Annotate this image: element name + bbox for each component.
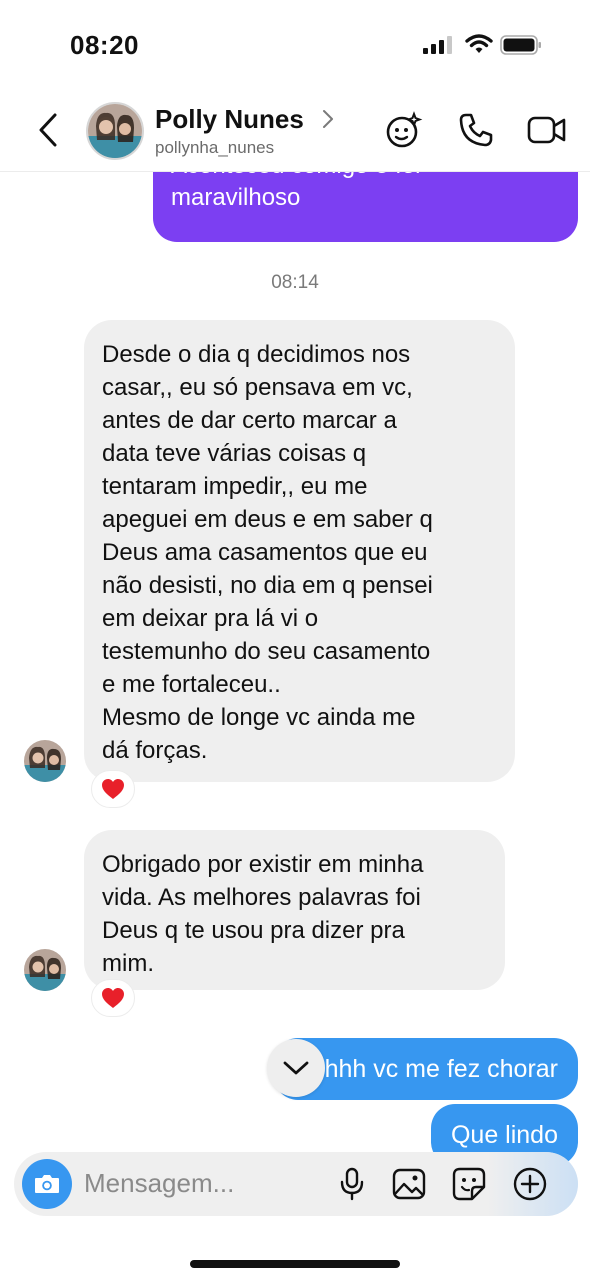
effects-icon <box>386 111 423 148</box>
gallery-button[interactable] <box>391 1166 427 1202</box>
message-line: Deus ama casamentos que eu <box>102 539 428 566</box>
message-line: Mesmo de longe vc ainda me <box>102 704 416 731</box>
video-call-button[interactable] <box>527 110 567 150</box>
video-call-icon <box>527 116 566 144</box>
message-line: em deixar pra lá vi o <box>102 605 319 632</box>
message-bubble-incoming[interactable]: Desde o dia q decidimos nos casar,, eu s… <box>84 320 515 782</box>
avatar[interactable] <box>24 949 66 991</box>
effects-button[interactable] <box>384 110 424 150</box>
message-line: Obrigado por existir em minha <box>102 851 424 878</box>
contact-username: pollynha_nunes <box>155 138 275 157</box>
chat-header: Polly Nunes pollynha_nunes <box>0 90 590 172</box>
message-text: Que lindo <box>450 1120 558 1149</box>
message-line: Aconteceu comigo e foi <box>171 172 558 182</box>
scroll-to-bottom-button[interactable] <box>267 1039 325 1097</box>
chevron-right-icon[interactable] <box>320 108 336 130</box>
message-composer <box>14 1152 578 1216</box>
more-options-button[interactable] <box>512 1166 548 1202</box>
camera-button[interactable] <box>22 1159 72 1209</box>
avatar-photo <box>88 104 142 158</box>
message-input[interactable] <box>84 1168 314 1199</box>
message-line: testemunho do seu casamento <box>102 638 431 665</box>
microphone-button[interactable] <box>334 1166 370 1202</box>
reaction-badge[interactable] <box>91 979 135 1017</box>
voice-call-button[interactable] <box>456 110 496 150</box>
message-line: mim. <box>102 950 154 977</box>
reaction-badge[interactable] <box>91 770 135 808</box>
back-icon <box>39 113 57 147</box>
message-line: dá forças. <box>102 737 208 764</box>
message-line: antes de dar certo marcar a <box>102 407 397 434</box>
message-bubble-incoming[interactable]: Obrigado por existir em minha vida. As m… <box>84 830 505 990</box>
sticker-button[interactable] <box>451 1166 487 1202</box>
message-line: vida. As melhores palavras foi <box>102 884 421 911</box>
message-bubble-outgoing[interactable]: Aconteceu comigo e foi maravilhoso <box>153 172 578 242</box>
battery-icon <box>500 35 541 55</box>
message-timestamp: 08:14 <box>271 272 319 293</box>
message-line: tentaram impedir,, eu me <box>102 473 368 500</box>
heart-icon <box>102 779 124 799</box>
message-line: e me fortaleceu.. <box>102 671 281 698</box>
gallery-icon <box>392 1168 426 1200</box>
message-list[interactable]: Aconteceu comigo e foi maravilhoso 08:14… <box>0 172 590 1172</box>
sticker-icon <box>452 1167 486 1201</box>
avatar-photo <box>24 740 66 782</box>
status-bar: 08:20 <box>0 0 590 90</box>
contact-name[interactable]: Polly Nunes <box>155 104 304 135</box>
heart-icon <box>102 988 124 1008</box>
message-line: maravilhoso <box>171 184 301 211</box>
chevron-down-icon <box>283 1061 309 1075</box>
status-time: 08:20 <box>70 30 139 60</box>
phone-icon <box>459 113 493 147</box>
message-line: data teve várias coisas q <box>102 440 367 467</box>
cellular-signal-icon <box>423 36 452 54</box>
message-line: não desisti, no dia em q pensei <box>102 572 433 599</box>
message-line: Deus q te usou pra dizer pra <box>102 917 405 944</box>
avatar-photo <box>24 949 66 991</box>
message-line: Desde o dia q decidimos nos <box>102 341 411 368</box>
plus-icon <box>513 1167 547 1201</box>
wifi-icon <box>465 34 493 53</box>
camera-icon <box>35 1175 59 1193</box>
message-line: apeguei em deus e em saber q <box>102 506 433 533</box>
message-line: casar,, eu só pensava em vc, <box>102 374 413 401</box>
message-text: Ahhhh vc me fez chorar <box>293 1054 558 1083</box>
microphone-icon <box>340 1167 364 1201</box>
back-button[interactable] <box>32 110 64 150</box>
avatar[interactable] <box>24 740 66 782</box>
home-indicator[interactable] <box>190 1260 400 1268</box>
avatar[interactable] <box>86 102 144 160</box>
